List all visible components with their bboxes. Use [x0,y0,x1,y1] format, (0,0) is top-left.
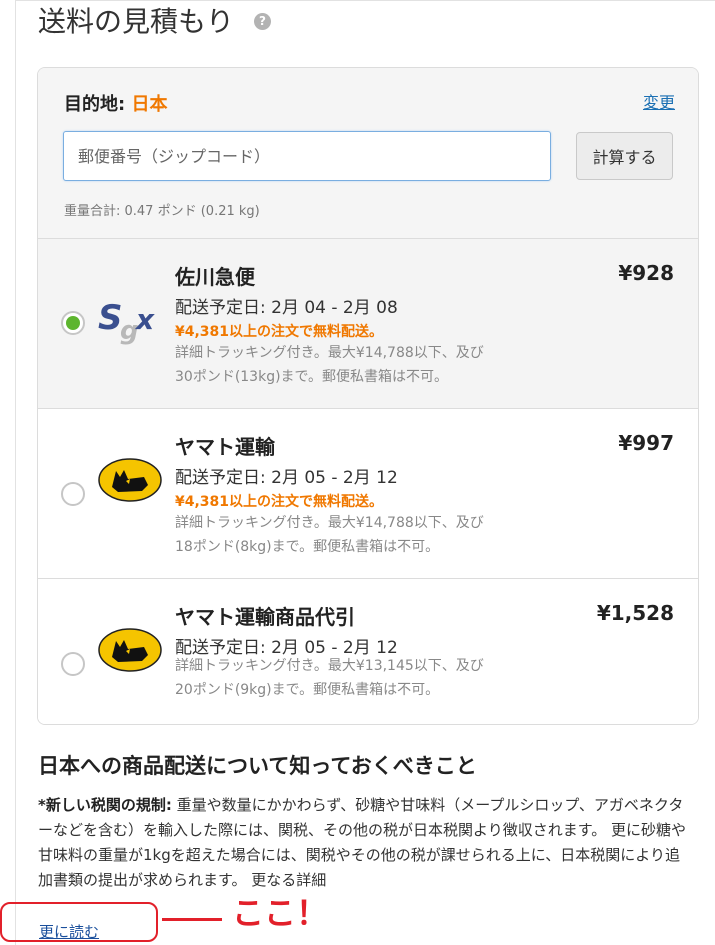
destination-label: 目的地: 日本 [64,90,167,116]
carrier-name: 佐川急便 [175,265,255,289]
zip-code-input[interactable] [63,131,551,181]
shipping-price: ¥928 [618,261,674,285]
sagawa-logo-icon: S g x [98,299,155,345]
yamato-cat-logo-icon [98,458,162,502]
frame-top-border [15,0,715,1]
change-destination-link[interactable]: 変更 [643,89,675,113]
svg-text:x: x [134,303,155,336]
svg-text:S: S [98,299,123,338]
radio-unselected[interactable] [61,652,85,676]
calculate-button[interactable]: 計算する [576,132,673,180]
shipping-option-yamato-cod[interactable]: ヤマト運輸商品代引 ¥1,528 配送予定日: 2月 05 - 2月 12 詳細… [38,579,698,724]
free-shipping-note: ¥4,381以上の注文で無料配送。 [175,494,384,510]
shipping-option-yamato[interactable]: ヤマト運輸 ¥997 配送予定日: 2月 05 - 2月 12 ¥4,381以上… [38,409,698,579]
shipping-price: ¥997 [618,431,674,455]
frame-left-border [15,0,16,945]
delivery-estimate: 配送予定日: 2月 04 - 2月 08 [175,298,398,318]
annotation-text: ここ！ [232,894,329,932]
destination-label-text: 目的地: [64,94,126,115]
shipping-estimate-card: 目的地: 日本 変更 計算する 重量合計: 0.47 ポンド (0.21 kg)… [37,67,699,725]
shipping-info-heading: 日本への商品配送について知っておくべきこと [38,754,477,778]
yamato-cat-logo-icon [98,628,162,672]
shipping-price: ¥1,528 [596,601,674,625]
shipping-details: 詳細トラッキング付き。最大¥14,788以下、及び 30ポンド(13kg)まで。… [175,341,535,389]
carrier-name: ヤマト運輸商品代引 [175,605,355,629]
page-title: 送料の見積もり [38,5,235,38]
annotation-pointer-line [162,918,222,921]
carrier-name: ヤマト運輸 [175,435,275,459]
shipping-details: 詳細トラッキング付き。最大¥14,788以下、及び 18ポンド(8kg)まで。郵… [175,511,535,559]
shipping-details-line: 20ポンド(9kg)まで。郵便私書箱は不可。 [175,682,440,698]
shipping-details-line: 詳細トラッキング付き。最大¥14,788以下、及び [175,515,484,531]
radio-unselected[interactable] [61,482,85,506]
destination-country: 日本 [131,94,168,115]
shipping-details-line: 詳細トラッキング付き。最大¥13,145以下、及び [175,658,484,674]
weight-total: 重量合計: 0.47 ポンド (0.21 kg) [64,204,260,219]
delivery-estimate: 配送予定日: 2月 05 - 2月 12 [175,468,398,488]
free-shipping-note: ¥4,381以上の注文で無料配送。 [175,324,384,340]
customs-notice-lead: *新しい税関の規制: [38,796,172,814]
shipping-details: 詳細トラッキング付き。最大¥13,145以下、及び 20ポンド(9kg)まで。郵… [175,654,535,702]
shipping-details-line: 詳細トラッキング付き。最大¥14,788以下、及び [175,345,484,361]
customs-notice: *新しい税関の規制: 重量や数量にかかわらず、砂糖や甘味料（メープルシロップ、ア… [38,793,693,891]
shipping-option-sagawa[interactable]: S g x 佐川急便 ¥928 配送予定日: 2月 04 - 2月 08 ¥4,… [38,239,698,409]
shipping-details-line: 18ポンド(8kg)まで。郵便私書箱は不可。 [175,539,440,555]
annotation-highlight-box [0,902,158,942]
radio-selected[interactable] [61,311,85,335]
help-icon[interactable]: ? [254,13,271,30]
destination-panel: 目的地: 日本 変更 計算する 重量合計: 0.47 ポンド (0.21 kg) [38,68,698,239]
shipping-details-line: 30ポンド(13kg)まで。郵便私書箱は不可。 [175,369,448,385]
